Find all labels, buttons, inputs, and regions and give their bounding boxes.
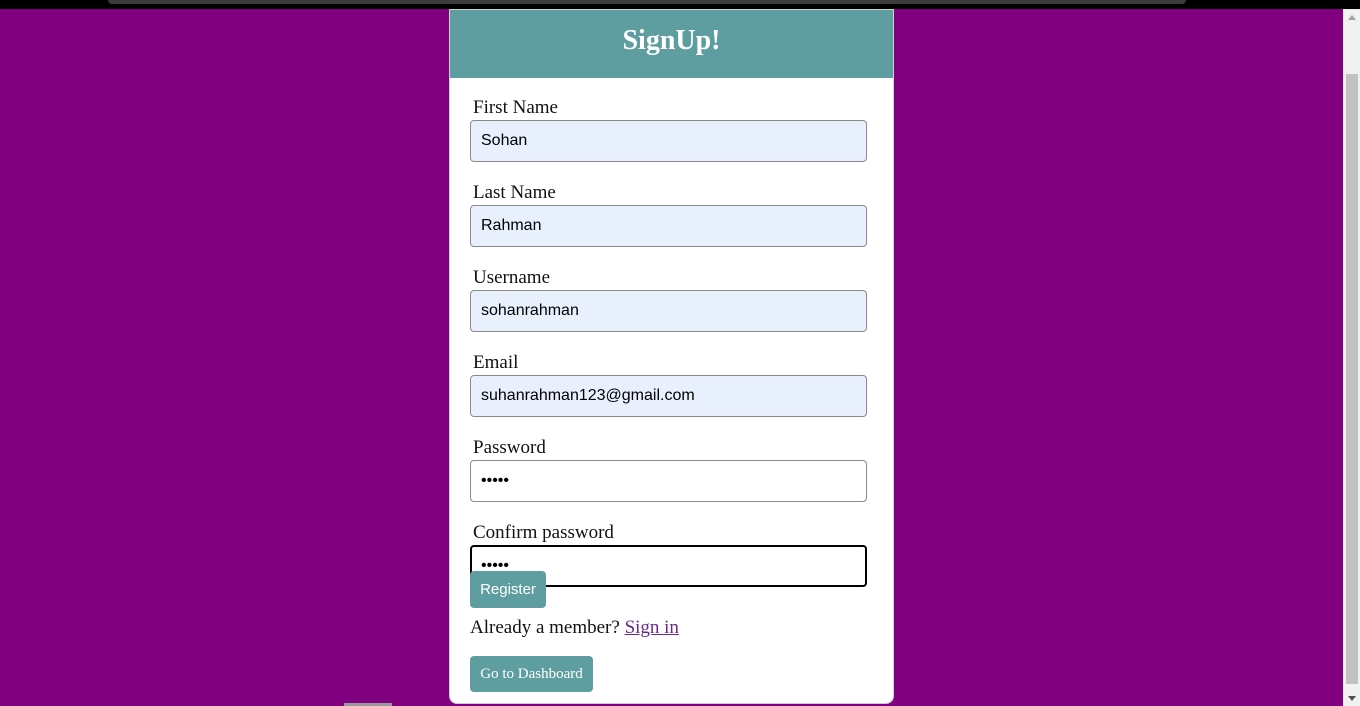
email-label: Email	[473, 352, 519, 373]
page-title: SignUp!	[622, 25, 721, 56]
first-name-group: First Name	[470, 96, 868, 173]
signup-card: SignUp! First Name Last Name Username Em…	[449, 9, 894, 704]
register-button[interactable]: Register	[470, 571, 546, 608]
password-group: Password	[470, 436, 868, 513]
go-to-dashboard-button[interactable]: Go to Dashboard	[470, 656, 593, 692]
already-member-text: Already a member?	[470, 617, 620, 638]
email-input[interactable]	[470, 375, 867, 417]
already-member-line: Already a member? Sign in	[470, 617, 679, 639]
browser-address-bar-edge	[108, 0, 1186, 4]
browser-top-strip	[0, 0, 1360, 9]
scroll-down-arrow-icon[interactable]	[1348, 696, 1356, 701]
signup-header: SignUp!	[450, 10, 893, 78]
last-name-input[interactable]	[470, 205, 867, 247]
first-name-input[interactable]	[470, 120, 867, 162]
vertical-scrollbar[interactable]	[1343, 9, 1360, 706]
username-group: Username	[470, 266, 868, 343]
username-input[interactable]	[470, 290, 867, 332]
email-group: Email	[470, 351, 868, 428]
last-name-label: Last Name	[473, 182, 556, 203]
scrollbar-thumb[interactable]	[1346, 74, 1358, 684]
password-label: Password	[473, 437, 546, 458]
password-input[interactable]	[470, 460, 867, 502]
username-label: Username	[473, 267, 551, 288]
confirm-password-label: Confirm password	[473, 522, 614, 543]
first-name-label: First Name	[473, 97, 558, 118]
last-name-group: Last Name	[470, 181, 868, 258]
scroll-up-arrow-icon[interactable]	[1348, 15, 1356, 20]
signup-form: First Name Last Name Username Email Pass…	[470, 88, 868, 692]
sign-in-link[interactable]: Sign in	[625, 617, 679, 638]
